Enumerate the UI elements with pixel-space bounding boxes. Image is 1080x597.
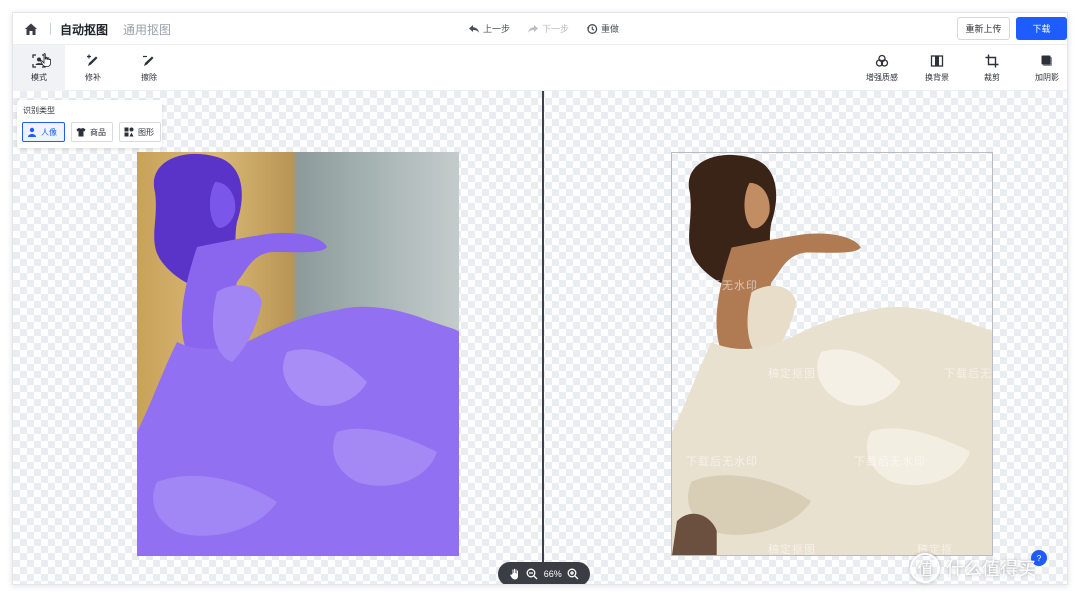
undo-icon xyxy=(469,24,479,33)
tool-enhance-label: 增强质感 xyxy=(866,72,898,82)
tool-erase[interactable]: 擦除 xyxy=(123,45,175,91)
redo-label: 下一步 xyxy=(542,24,570,34)
tool-crop[interactable]: 裁剪 xyxy=(966,45,1018,91)
type-option-person-label: 人像 xyxy=(41,127,57,137)
watermark-text: 下载后无水印 xyxy=(686,280,758,292)
person-icon xyxy=(28,127,36,137)
original-image-with-mask[interactable] xyxy=(137,152,459,556)
shapes-icon xyxy=(124,127,134,137)
tool-repair[interactable]: 修补 xyxy=(67,45,119,91)
site-logo-icon: 值 xyxy=(910,553,940,583)
shadow-icon xyxy=(1041,55,1052,66)
tool-change-background-label: 换背景 xyxy=(925,72,949,82)
watermark-text: 下载后无水印 xyxy=(854,280,926,292)
tab-general-matting[interactable]: 通用抠图 xyxy=(123,21,171,38)
watermark-text: 稿定抠图 xyxy=(768,368,816,380)
type-option-graphic-label: 图形 xyxy=(138,127,154,137)
watermark-text: 稿定抠图 xyxy=(942,188,990,200)
background-icon xyxy=(930,54,944,67)
hand-cursor-icon xyxy=(40,53,51,67)
zoom-out-icon[interactable] xyxy=(526,568,538,580)
reset-button[interactable]: 重做 xyxy=(586,22,619,35)
compare-divider[interactable] xyxy=(542,91,544,584)
tool-change-background[interactable]: 换背景 xyxy=(911,45,963,91)
type-option-person[interactable]: 人像 xyxy=(22,122,65,142)
top-bar: 自动抠图 通用抠图 上一步 下一步 重做 重新上传 下载 xyxy=(13,13,1067,45)
tool-bar: 模式 修补 擦除 增强质感 换背景 裁剪 加阴影 xyxy=(13,45,1067,91)
download-button[interactable]: 下载 xyxy=(1016,17,1067,40)
crop-icon xyxy=(985,54,999,67)
redo-button[interactable]: 下一步 xyxy=(527,22,569,35)
hand-pan-icon[interactable] xyxy=(509,568,521,580)
recognition-type-panel: 识别类型 人像 商品 图形 xyxy=(17,100,162,148)
history-clock-icon xyxy=(586,23,598,34)
tab-auto-matting[interactable]: 自动抠图 xyxy=(60,21,108,38)
reset-label: 重做 xyxy=(601,24,620,34)
cutout-subject xyxy=(672,154,992,555)
zoom-control: 66% xyxy=(498,562,590,584)
tool-mode[interactable]: 模式 xyxy=(13,45,65,91)
zoom-in-icon[interactable] xyxy=(567,568,579,580)
site-watermark: 值 什么值得买 xyxy=(910,553,1036,583)
undo-label: 上一步 xyxy=(483,24,511,34)
zoom-level: 66% xyxy=(543,569,562,579)
site-watermark-text: 什么值得买 xyxy=(946,559,1036,579)
tool-mode-label: 模式 xyxy=(31,72,47,82)
undo-button[interactable]: 上一步 xyxy=(468,22,510,35)
type-option-graphic[interactable]: 图形 xyxy=(119,122,161,142)
cutout-result-image[interactable]: 稿定抠图 稿定抠图 下载后无水印 下载后无水印 稿定抠图 下载后无水印 下载后无… xyxy=(671,152,993,556)
tool-crop-label: 裁剪 xyxy=(984,72,1000,82)
tool-erase-label: 擦除 xyxy=(141,72,157,82)
home-icon[interactable] xyxy=(23,21,39,37)
recognition-type-title: 识别类型 xyxy=(23,106,55,115)
brush-minus-icon xyxy=(143,55,154,66)
reupload-button[interactable]: 重新上传 xyxy=(957,17,1010,40)
watermark-text: 下载后无水印 xyxy=(944,368,992,380)
redo-icon xyxy=(528,24,538,33)
shirt-icon xyxy=(76,127,86,137)
type-option-product-label: 商品 xyxy=(90,127,106,137)
watermark-text: 稿定抠图 xyxy=(792,188,840,200)
watermark-text: 下载后无水印 xyxy=(686,456,758,468)
header-separator xyxy=(50,23,51,35)
subject-mask-overlay xyxy=(137,153,459,556)
watermark-text: 下载后无水印 xyxy=(854,456,926,468)
enhance-icon xyxy=(875,54,889,67)
app-window: 自动抠图 通用抠图 上一步 下一步 重做 重新上传 下载 模式 修补 擦除 增强… xyxy=(12,12,1068,585)
brush-plus-icon xyxy=(87,54,98,66)
tool-enhance[interactable]: 增强质感 xyxy=(856,45,908,91)
tool-add-shadow[interactable]: 加阴影 xyxy=(1021,45,1067,91)
tool-repair-label: 修补 xyxy=(85,72,101,82)
tool-add-shadow-label: 加阴影 xyxy=(1035,72,1059,82)
type-option-product[interactable]: 商品 xyxy=(71,122,113,142)
watermark-text: 稿定抠图 xyxy=(768,544,816,556)
